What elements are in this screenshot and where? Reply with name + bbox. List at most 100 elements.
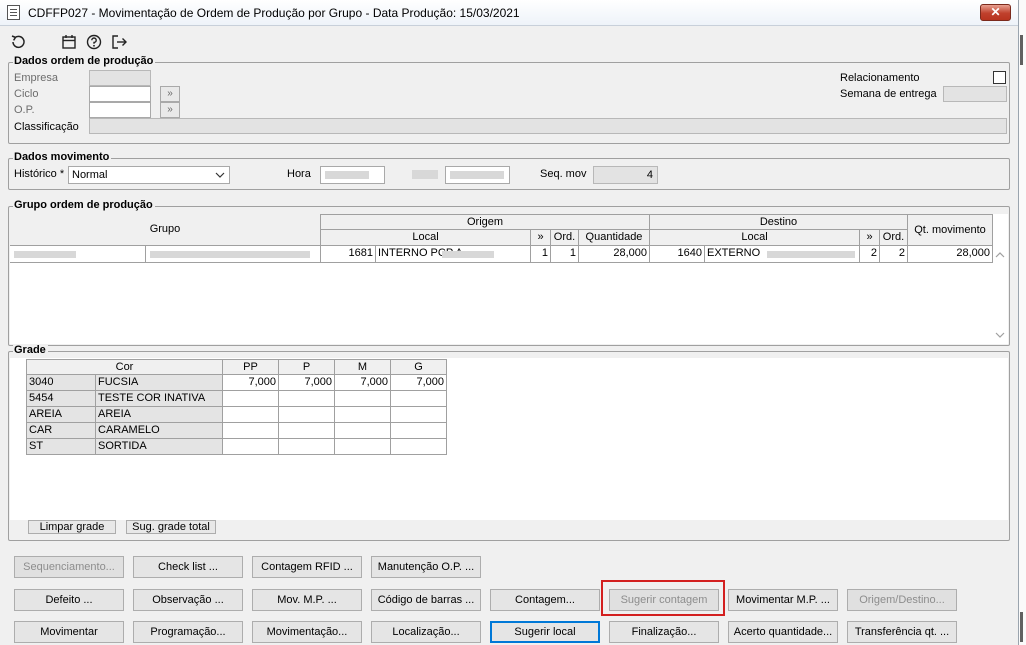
- check-list-button[interactable]: Check list ...: [133, 556, 243, 578]
- origem-code-cell: 1681: [321, 246, 376, 263]
- help-icon[interactable]: [85, 33, 103, 51]
- size-qty-cell[interactable]: [279, 439, 335, 455]
- size-qty-cell[interactable]: [391, 439, 447, 455]
- cor-header: Cor: [26, 359, 223, 375]
- relacionamento-checkbox[interactable]: [993, 71, 1006, 84]
- size-qty-cell[interactable]: 7,000: [279, 375, 335, 391]
- limpar-grade-button[interactable]: Limpar grade: [28, 520, 116, 534]
- grupo-ordem-title: Grupo ordem de produção: [13, 199, 155, 211]
- size-qty-cell[interactable]: [335, 423, 391, 439]
- cor-code-cell: AREIA: [26, 407, 96, 423]
- movimentacao-button[interactable]: Movimentação...: [252, 621, 362, 643]
- relacionamento-label: Relacionamento: [840, 72, 920, 84]
- size-qty-cell[interactable]: [335, 407, 391, 423]
- cor-code-cell: 5454: [26, 391, 96, 407]
- size-qty-cell[interactable]: [223, 391, 279, 407]
- destino-seq-cell: 2: [860, 246, 880, 263]
- cor-name-cell: SORTIDA: [96, 439, 223, 455]
- size-qty-cell[interactable]: [223, 439, 279, 455]
- transferencia-qt-button[interactable]: Transferência qt. ...: [847, 621, 957, 643]
- size-header-p: P: [279, 359, 335, 375]
- historico-select[interactable]: Normal: [68, 166, 230, 184]
- hora-label: Hora: [287, 168, 311, 180]
- finalizacao-button[interactable]: Finalização...: [609, 621, 719, 643]
- size-qty-cell[interactable]: [391, 407, 447, 423]
- size-header-m: M: [335, 359, 391, 375]
- codigo-barras-button[interactable]: Código de barras ...: [371, 589, 481, 611]
- size-qty-cell[interactable]: 7,000: [335, 375, 391, 391]
- desktop-edge: [1018, 0, 1026, 645]
- programacao-button[interactable]: Programação...: [133, 621, 243, 643]
- sequenciamento-button[interactable]: Sequenciamento...: [14, 556, 124, 578]
- destino-ord-cell: 2: [880, 246, 908, 263]
- origem-seq-cell: 1: [531, 246, 551, 263]
- calendar-icon[interactable]: [60, 33, 78, 51]
- scroll-up-icon[interactable]: [995, 251, 1005, 259]
- origem-seq-header: »: [531, 230, 551, 246]
- scrollbar-thumb[interactable]: [1020, 35, 1023, 65]
- size-qty-cell[interactable]: [335, 391, 391, 407]
- grupo-desc-cell: [146, 246, 321, 263]
- seq-mov-label: Seq. mov: [540, 168, 587, 180]
- mov-mp-button[interactable]: Mov. M.P. ...: [252, 589, 362, 611]
- movimentar-button[interactable]: Movimentar: [14, 621, 124, 643]
- table-row[interactable]: 1681 INTERNO PCP A 1 1 28,000 1640 EXTER…: [10, 246, 993, 263]
- grupo-code-cell: [10, 246, 146, 263]
- contagem-rfid-button[interactable]: Contagem RFID ...: [252, 556, 362, 578]
- size-header-g: G: [391, 359, 447, 375]
- chevron-down-icon: [215, 172, 225, 178]
- size-qty-cell[interactable]: [223, 407, 279, 423]
- scroll-down-icon[interactable]: [995, 331, 1005, 339]
- scrollbar-thumb-bottom[interactable]: [1020, 612, 1023, 642]
- qt-movimento-header: Qt. movimento: [908, 214, 993, 246]
- contagem-button[interactable]: Contagem...: [490, 589, 600, 611]
- observacao-button[interactable]: Observação ...: [133, 589, 243, 611]
- size-header-pp: PP: [223, 359, 279, 375]
- acerto-quantidade-button[interactable]: Acerto quantidade...: [728, 621, 838, 643]
- semana-entrega-field: [943, 86, 1007, 102]
- cor-code-cell: ST: [26, 439, 96, 455]
- size-qty-cell[interactable]: [279, 423, 335, 439]
- size-qty-cell[interactable]: 7,000: [223, 375, 279, 391]
- size-qty-cell[interactable]: [391, 423, 447, 439]
- close-button[interactable]: ✕: [980, 4, 1011, 21]
- op-field[interactable]: [89, 102, 151, 118]
- cor-name-cell: AREIA: [96, 407, 223, 423]
- empresa-label: Empresa: [14, 72, 59, 84]
- movimentar-mp-button[interactable]: Movimentar M.P. ...: [728, 589, 838, 611]
- historico-label: Histórico *: [14, 168, 65, 180]
- origem-header: Origem: [321, 214, 650, 230]
- cor-name-cell: CARAMELO: [96, 423, 223, 439]
- sugerir-grade-total-button[interactable]: Sug. grade total: [126, 520, 216, 534]
- quantidade-cell: 28,000: [579, 246, 650, 263]
- ciclo-lookup-button[interactable]: »: [160, 86, 180, 102]
- refresh-icon[interactable]: [9, 33, 27, 51]
- size-qty-cell[interactable]: [279, 407, 335, 423]
- exit-icon[interactable]: [110, 33, 128, 51]
- data-field[interactable]: [445, 166, 510, 184]
- grade-title: Grade: [13, 344, 48, 356]
- hora-field[interactable]: [320, 166, 385, 184]
- op-lookup-button[interactable]: »: [160, 102, 180, 118]
- cor-name-cell: FUCSIA: [96, 375, 223, 391]
- size-qty-cell[interactable]: [335, 439, 391, 455]
- defeito-button[interactable]: Defeito ...: [14, 589, 124, 611]
- manutencao-op-button[interactable]: Manutenção O.P. ...: [371, 556, 481, 578]
- window-title: CDFFP027 - Movimentação de Ordem de Prod…: [28, 6, 520, 20]
- size-qty-cell[interactable]: 7,000: [391, 375, 447, 391]
- localizacao-button[interactable]: Localização...: [371, 621, 481, 643]
- destino-seq-header: »: [860, 230, 880, 246]
- origem-destino-button[interactable]: Origem/Destino...: [847, 589, 957, 611]
- cor-name-cell: TESTE COR INATIVA: [96, 391, 223, 407]
- destino-code-cell: 1640: [650, 246, 705, 263]
- dados-ordem-title: Dados ordem de produção: [13, 55, 156, 67]
- ciclo-label: Ciclo: [14, 88, 39, 100]
- dados-movimento-title: Dados movimento: [13, 151, 112, 163]
- origem-ord-cell: 1: [551, 246, 579, 263]
- sugerir-local-button[interactable]: Sugerir local: [490, 621, 600, 643]
- size-qty-cell[interactable]: [279, 391, 335, 407]
- size-qty-cell[interactable]: [223, 423, 279, 439]
- classificacao-field: [89, 118, 1007, 134]
- ciclo-field[interactable]: [89, 86, 151, 102]
- size-qty-cell[interactable]: [391, 391, 447, 407]
